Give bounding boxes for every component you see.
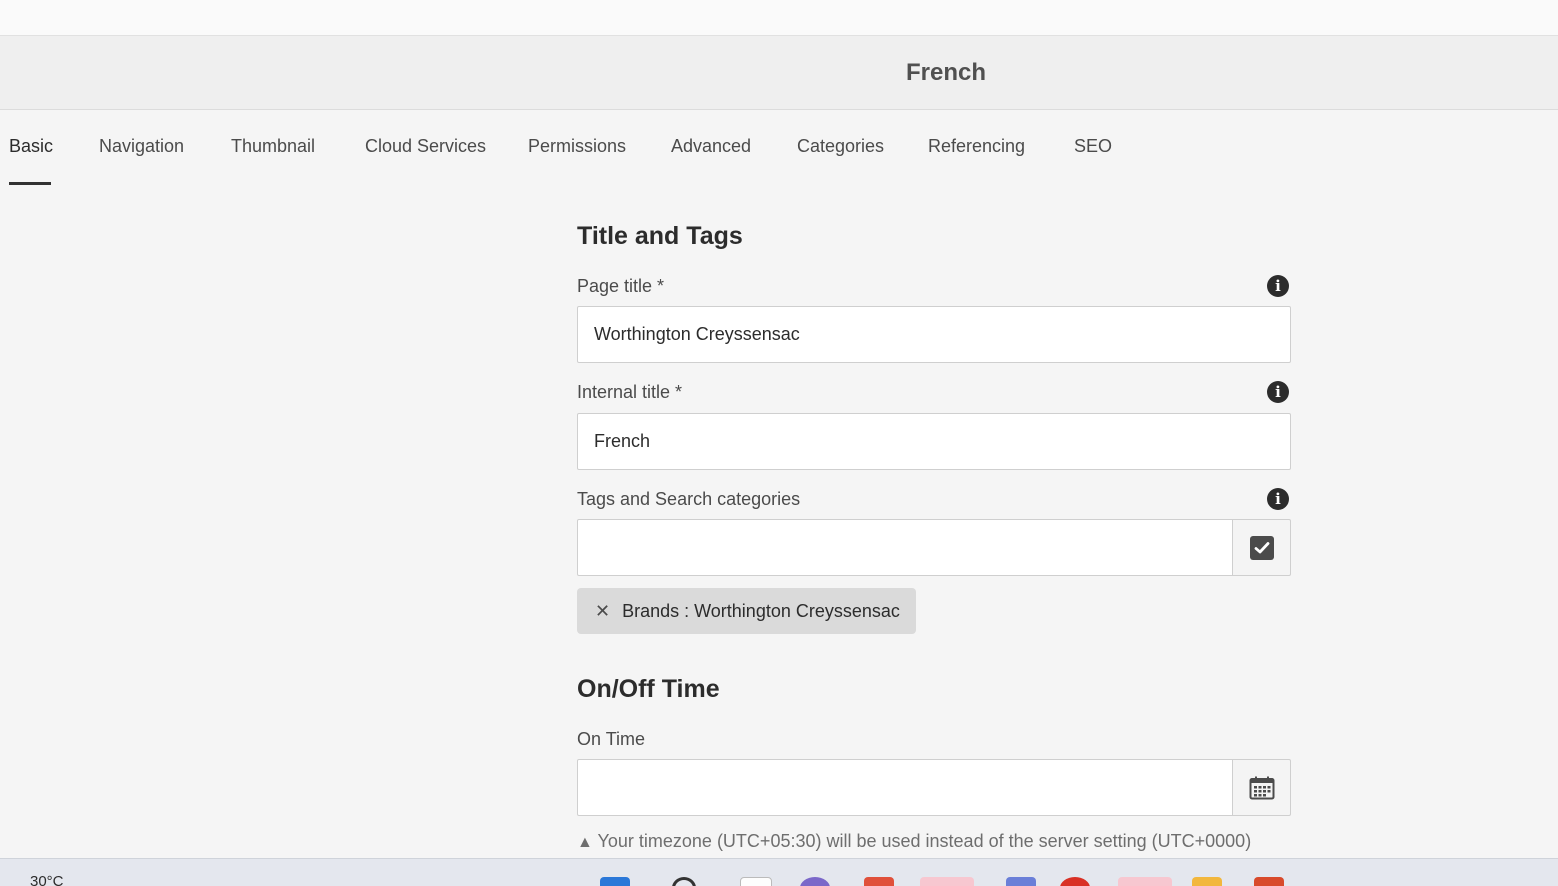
checkbox-check-icon <box>1249 535 1274 560</box>
calendar-icon <box>1249 776 1274 799</box>
timezone-note-text: Your timezone (UTC+05:30) will be used i… <box>597 831 1252 851</box>
tab-referencing[interactable]: Referencing <box>928 136 1025 157</box>
tab-advanced[interactable]: Advanced <box>671 136 751 157</box>
tab-cloud-services[interactable]: Cloud Services <box>365 136 486 157</box>
dialog-title-bar: French <box>0 36 1558 110</box>
internal-title-label: Internal title * <box>577 382 683 402</box>
info-icon[interactable]: i <box>1267 275 1289 297</box>
tab-seo[interactable]: SEO <box>1074 136 1112 157</box>
tags-picker-button[interactable] <box>1232 519 1291 576</box>
on-time-label: On Time <box>577 729 646 749</box>
info-icon[interactable]: i <box>1267 488 1289 510</box>
tab-bar: Basic Navigation Thumbnail Cloud Service… <box>0 110 1558 186</box>
tab-thumbnail[interactable]: Thumbnail <box>231 136 315 157</box>
tag-chip-label: Brands : Worthington Creyssensac <box>622 600 900 621</box>
warning-icon: ▲ <box>577 834 593 851</box>
tab-navigation[interactable]: Navigation <box>99 136 184 157</box>
tab-basic[interactable]: Basic <box>9 136 53 157</box>
on-time-calendar-button[interactable] <box>1232 759 1291 816</box>
browser-top-bar <box>0 0 1558 36</box>
active-tab-indicator <box>9 182 51 185</box>
internal-title-input[interactable] <box>577 413 1291 470</box>
info-icon[interactable]: i <box>1267 381 1289 403</box>
tab-permissions[interactable]: Permissions <box>528 136 626 157</box>
page-title-input[interactable] <box>577 306 1291 363</box>
on-off-time-heading: On/Off Time <box>577 675 720 703</box>
tab-categories[interactable]: Categories <box>797 136 884 157</box>
close-icon[interactable]: ✕ <box>595 601 610 622</box>
tag-chip: ✕ Brands : Worthington Creyssensac <box>577 588 916 634</box>
timezone-note: ▲ Your timezone (UTC+05:30) will be used… <box>577 831 1251 852</box>
page-title: French <box>905 59 986 86</box>
tags-input[interactable] <box>577 519 1233 576</box>
title-and-tags-heading: Title and Tags <box>577 222 743 250</box>
on-time-input[interactable] <box>577 759 1233 816</box>
tags-label: Tags and Search categories <box>577 489 801 509</box>
page-title-label: Page title * <box>577 276 665 296</box>
os-taskbar: 30°C <box>0 858 1558 886</box>
taskbar-weather[interactable]: 30°C <box>30 873 64 886</box>
